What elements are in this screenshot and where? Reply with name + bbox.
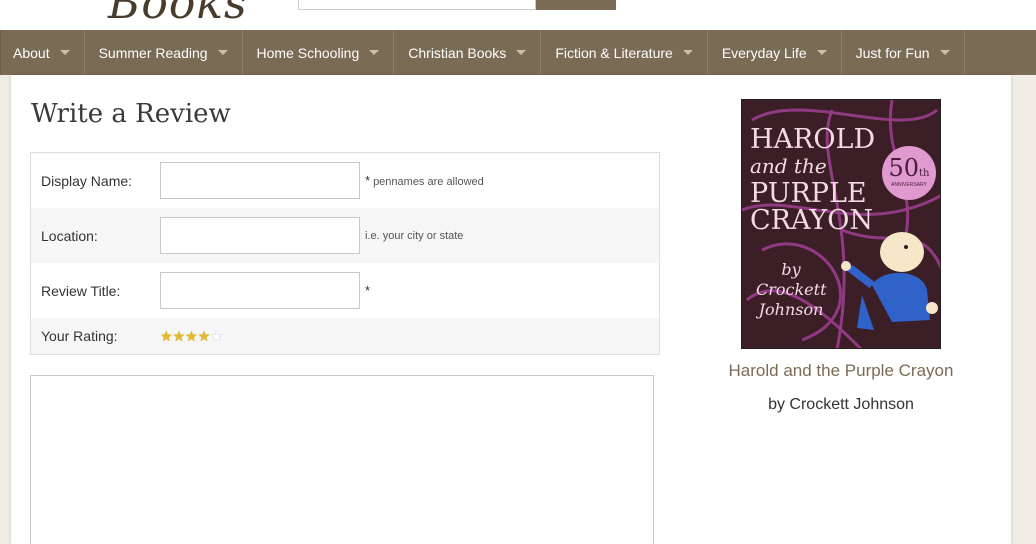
nav-item-summer-reading[interactable]: Summer Reading — [85, 30, 243, 75]
search-input[interactable] — [298, 0, 536, 10]
nav-item-label: Everyday Life — [721, 44, 807, 61]
cover-author-line: Johnson — [758, 300, 824, 319]
caret-down-icon — [939, 50, 950, 55]
caret-down-icon — [59, 50, 70, 55]
display-name-row: Display Name: * pennames are allowed — [31, 153, 659, 208]
nav-item-everyday-life[interactable]: Everyday Life — [708, 30, 842, 75]
star-icon[interactable]: ★ — [160, 329, 173, 343]
nav-item-label: Christian Books — [408, 44, 507, 61]
location-hint: i.e. your city or state — [365, 229, 464, 242]
nav-item-just-for-fun[interactable]: Just for Fun — [842, 30, 965, 75]
rating-row: Your Rating: ★ ★ ★ ★ ★ — [31, 318, 659, 354]
nav-item-label: Just for Fun — [855, 44, 930, 61]
search-button[interactable] — [536, 0, 616, 10]
review-title-input[interactable] — [160, 272, 360, 309]
nav-item-home-schooling[interactable]: Home Schooling — [243, 30, 395, 75]
nav-item-fiction-literature[interactable]: Fiction & Literature — [541, 30, 708, 75]
review-form: Display Name: * pennames are allowed Loca… — [30, 152, 660, 355]
anniversary-badge: 50th ANNIVERSARY — [882, 146, 936, 200]
main-nav: About Summer Reading Home Schooling Chri… — [0, 30, 1036, 75]
caret-down-icon — [682, 50, 693, 55]
book-cover-image[interactable]: HAROLD and the PURPLE CRAYON 50th ANNIVE… — [741, 99, 941, 349]
star-icon[interactable]: ★ — [210, 329, 223, 343]
cover-author-line: by — [781, 260, 801, 279]
badge-text: ANNIVERSARY — [891, 182, 927, 188]
cover-author-line: Crockett — [756, 280, 827, 299]
book-author: by Crockett Johnson — [768, 396, 914, 413]
review-title-row: Review Title: * — [31, 263, 659, 318]
star-icon[interactable]: ★ — [185, 329, 198, 343]
review-body-textarea[interactable] — [30, 375, 654, 544]
content-panel: Write a Review Display Name: * pennames a… — [11, 75, 1011, 544]
nav-item-label: About — [13, 44, 50, 61]
star-icon[interactable]: ★ — [173, 329, 186, 343]
caret-down-icon — [217, 50, 228, 55]
display-name-label: Display Name: — [41, 172, 133, 189]
site-logo[interactable]: Books — [108, 0, 248, 29]
required-marker: * — [365, 283, 371, 298]
display-name-hint-text: pennames are allowed — [373, 176, 484, 188]
review-title-hint: * — [365, 283, 373, 298]
cover-author: by Crockett Johnson — [756, 260, 827, 320]
nav-item-christian-books[interactable]: Christian Books — [394, 30, 542, 75]
display-name-input[interactable] — [160, 162, 360, 199]
caret-down-icon — [369, 50, 380, 55]
rating-label: Your Rating: — [41, 328, 118, 344]
location-label: Location: — [41, 227, 98, 244]
required-marker: * — [365, 173, 371, 188]
caret-down-icon — [516, 50, 527, 55]
review-title-label: Review Title: — [41, 282, 121, 299]
badge-suffix: th — [919, 168, 930, 179]
caret-down-icon — [816, 50, 827, 55]
star-icon[interactable]: ★ — [198, 329, 211, 343]
page-title: Write a Review — [31, 99, 231, 129]
badge-number: 50 — [888, 154, 920, 182]
nav-item-about[interactable]: About — [0, 30, 85, 75]
location-input[interactable] — [160, 217, 360, 254]
cover-title-line: CRAYON — [750, 205, 873, 236]
nav-item-label: Fiction & Literature — [555, 44, 673, 61]
star-rating[interactable]: ★ ★ ★ ★ ★ — [160, 329, 223, 343]
harold-figure — [841, 232, 938, 330]
location-row: Location: i.e. your city or state — [31, 208, 659, 263]
nav-item-label: Summer Reading — [98, 44, 208, 61]
book-title-link[interactable]: Harold and the Purple Crayon — [711, 361, 971, 381]
nav-item-label: Home Schooling — [256, 44, 360, 61]
display-name-hint: * pennames are allowed — [365, 173, 484, 188]
site-header: Books — [0, 0, 1036, 30]
